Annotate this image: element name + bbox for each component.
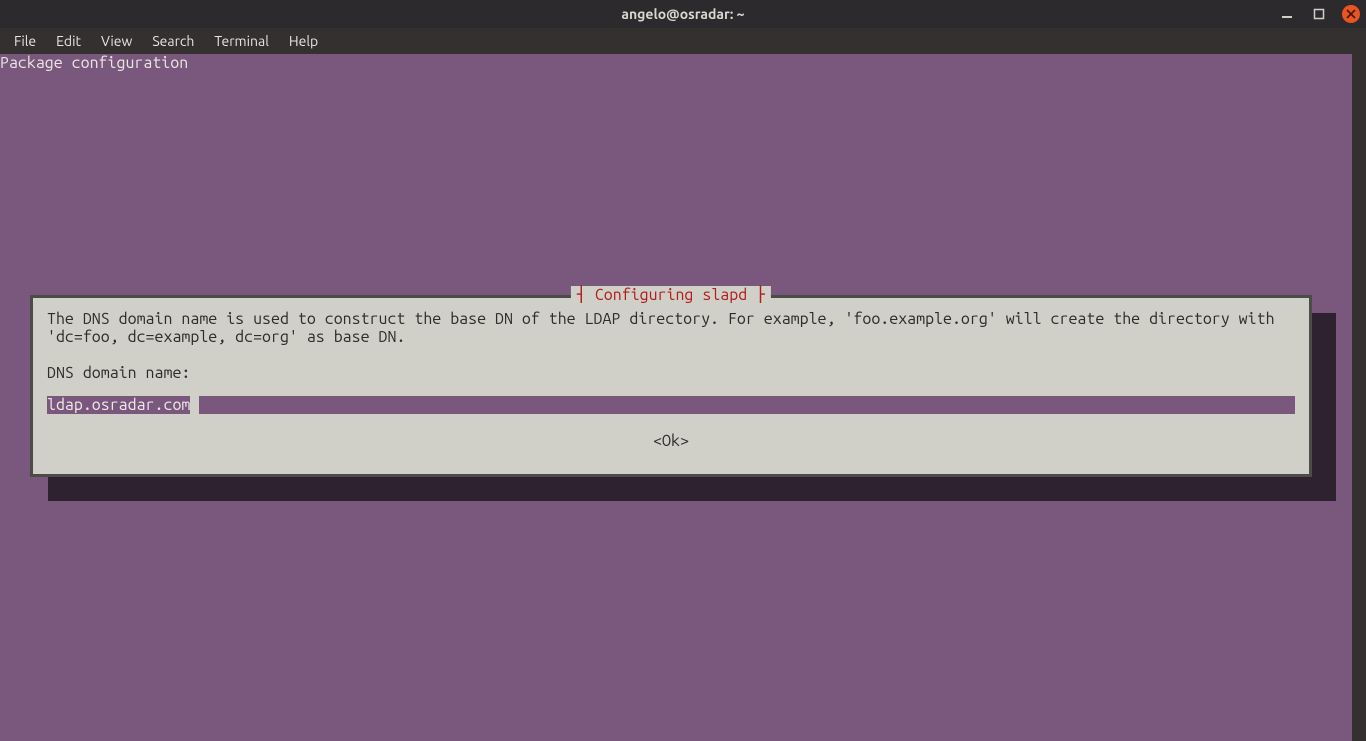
dialog-title-text: Configuring slapd — [595, 286, 747, 304]
dialog-title: ┤ Configuring slapd ├ — [571, 286, 771, 304]
menu-view[interactable]: View — [93, 31, 140, 51]
dialog-description: The DNS domain name is used to construct… — [47, 310, 1295, 346]
dialog-prompt: DNS domain name: — [47, 364, 190, 382]
window-title: angelo@osradar: ~ — [0, 6, 1366, 22]
window-controls — [1278, 0, 1360, 28]
menubar: File Edit View Search Terminal Help — [0, 28, 1366, 54]
ok-button[interactable]: <Ok> — [33, 432, 1309, 450]
terminal-viewport[interactable]: Package configuration ┤ Configuring slap… — [0, 54, 1366, 741]
menu-file[interactable]: File — [6, 31, 44, 51]
menu-edit[interactable]: Edit — [48, 31, 89, 51]
window-titlebar: angelo@osradar: ~ — [0, 0, 1366, 28]
dialog-wrap: ┤ Configuring slapd ├ The DNS domain nam… — [30, 295, 1318, 483]
package-config-header: Package configuration — [0, 54, 188, 72]
menu-help[interactable]: Help — [281, 31, 326, 51]
maximize-button[interactable] — [1310, 5, 1328, 23]
terminal-scrollbar[interactable] — [1352, 54, 1366, 741]
dns-domain-input[interactable]: ldap.osradar.com — [47, 396, 1295, 414]
config-dialog: ┤ Configuring slapd ├ The DNS domain nam… — [30, 295, 1312, 477]
close-button[interactable] — [1342, 5, 1360, 23]
dns-domain-input-value: ldap.osradar.com — [47, 396, 190, 414]
text-cursor — [190, 396, 199, 414]
menu-terminal[interactable]: Terminal — [206, 31, 277, 51]
minimize-button[interactable] — [1278, 5, 1296, 23]
menu-search[interactable]: Search — [144, 31, 202, 51]
